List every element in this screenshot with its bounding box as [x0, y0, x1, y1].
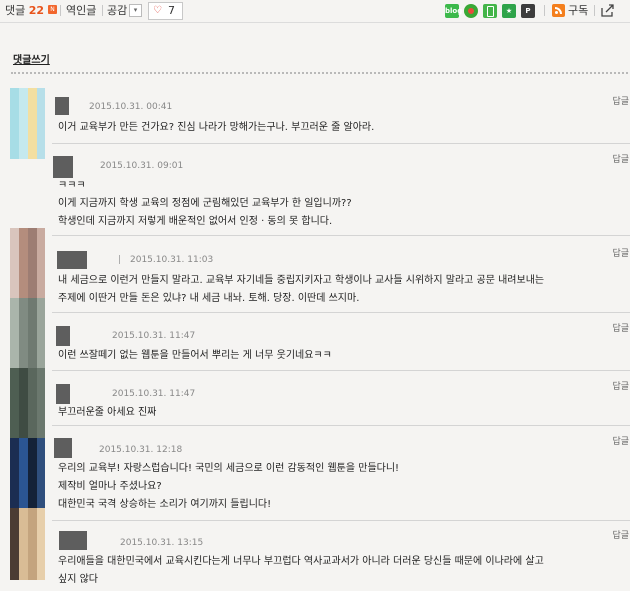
comment-item: 2015.10.31. 12:18 답글 우리의 교육부! 자랑스럽습니다! 국…	[52, 425, 630, 521]
user-thumbnail[interactable]	[53, 156, 73, 178]
comment-text: ㅋㅋㅋ 이게 지금까지 학생 교육의 정점에 군림해있던 교육부가 한 일입니까…	[58, 180, 352, 227]
comment-date: 2015.10.31. 11:47	[112, 389, 196, 399]
comments-tab[interactable]: 댓글 22	[5, 3, 44, 18]
comment-date: 2015.10.31. 00:41	[89, 102, 173, 112]
heart-icon: ♡	[153, 5, 162, 16]
comment-item: 2015.10.31. 13:15 답글 우리애들을 대한민국에서 교육시킨다는…	[52, 520, 630, 591]
comment-text: 부끄러운줄 아세요 진짜	[58, 407, 157, 418]
comment-date: 2015.10.31. 09:01	[100, 161, 184, 171]
external-share-icon[interactable]	[601, 3, 615, 17]
user-thumbnail[interactable]	[57, 251, 87, 269]
comment-item: 2015.10.31. 11:47 답글 부끄러운줄 아세요 진짜	[52, 370, 630, 426]
blog-share-icon[interactable]: blog	[445, 4, 462, 18]
comment-item: 2015.10.31. 09:01 답글 ㅋㅋㅋ 이게 지금까지 학생 교육의 …	[52, 143, 630, 229]
reply-button[interactable]: 답글	[612, 531, 629, 542]
comment-date: 2015.10.31. 12:18	[99, 445, 183, 455]
comment-date: 2015.10.31. 11:47	[112, 331, 196, 341]
popular-tab[interactable]: 역인글	[66, 3, 96, 18]
sort-dropdown-icon[interactable]: ▾	[129, 4, 142, 17]
user-thumbnail[interactable]	[55, 97, 69, 115]
comment-date: 2015.10.31. 11:03	[130, 255, 214, 265]
user-thumbnail[interactable]	[54, 438, 72, 458]
reply-button[interactable]: 답글	[612, 97, 629, 108]
p-share-icon[interactable]: P	[521, 4, 535, 18]
comment-text: 내 세금으로 이런거 만들지 말라고. 교육부 자기네들 중립지키자고 학생이나…	[58, 275, 545, 304]
comment-item: | 2015.10.31. 11:03 답글 내 세금으로 이런거 만들지 말라…	[52, 235, 630, 313]
mobile-share-icon[interactable]	[483, 4, 497, 18]
avatar	[10, 88, 45, 159]
comment-toolbar: 댓글 22 N 역인글 공감 ▾ ♡ 7 blog ★ P 구독	[0, 0, 630, 23]
reply-button[interactable]: 답글	[612, 249, 629, 260]
separator-mark: |	[118, 255, 122, 265]
empathy-sort[interactable]: 공감	[107, 3, 127, 18]
avatar	[10, 438, 45, 508]
avatar	[10, 298, 45, 368]
avatar	[10, 508, 45, 580]
write-comment-link[interactable]: 댓글쓰기	[13, 51, 50, 66]
divider	[60, 5, 61, 16]
comment-text: 이런 쓰잘떼기 없는 웹툰을 만들어서 뿌리는 게 너무 웃기네요ㅋㅋ	[58, 350, 332, 361]
reply-button[interactable]: 답글	[612, 382, 629, 393]
comment-item: 2015.10.31. 00:41 답글 이거 교육부가 만든 건가요? 진심 …	[52, 88, 630, 143]
user-thumbnail[interactable]	[56, 326, 70, 346]
dotted-divider	[11, 72, 628, 74]
comments-label: 댓글	[5, 4, 26, 17]
rss-icon[interactable]	[552, 4, 565, 17]
circle-share-icon[interactable]	[464, 4, 478, 18]
comment-item: 2015.10.31. 11:47 답글 이런 쓰잘떼기 없는 웹툰을 만들어서…	[52, 312, 630, 371]
user-thumbnail[interactable]	[56, 384, 70, 404]
reply-button[interactable]: 답글	[612, 437, 629, 448]
comment-date: 2015.10.31. 13:15	[120, 538, 204, 548]
reply-button[interactable]: 답글	[612, 155, 629, 166]
like-button[interactable]: ♡ 7	[148, 2, 183, 20]
divider	[544, 5, 545, 16]
divider	[594, 5, 595, 16]
star-share-icon[interactable]: ★	[502, 4, 516, 18]
avatar	[10, 368, 45, 438]
comments-count: 22	[28, 4, 45, 17]
avatar	[10, 228, 45, 298]
like-count: 7	[168, 4, 175, 17]
new-badge: N	[48, 5, 57, 14]
comment-text: 우리애들을 대한민국에서 교육시킨다는게 너무나 부끄럽다 역사교과서가 아니라…	[58, 556, 544, 585]
divider	[102, 5, 103, 16]
reply-button[interactable]: 답글	[612, 324, 629, 335]
user-thumbnail[interactable]	[59, 531, 87, 550]
comment-text: 우리의 교육부! 자랑스럽습니다! 국민의 세금으로 이런 감동적인 웹툰을 만…	[58, 463, 400, 510]
subscribe-button[interactable]: 구독	[568, 3, 588, 18]
comment-text: 이거 교육부가 만든 건가요? 진심 나라가 망해가는구나. 부끄러운 줄 알아…	[58, 122, 375, 133]
